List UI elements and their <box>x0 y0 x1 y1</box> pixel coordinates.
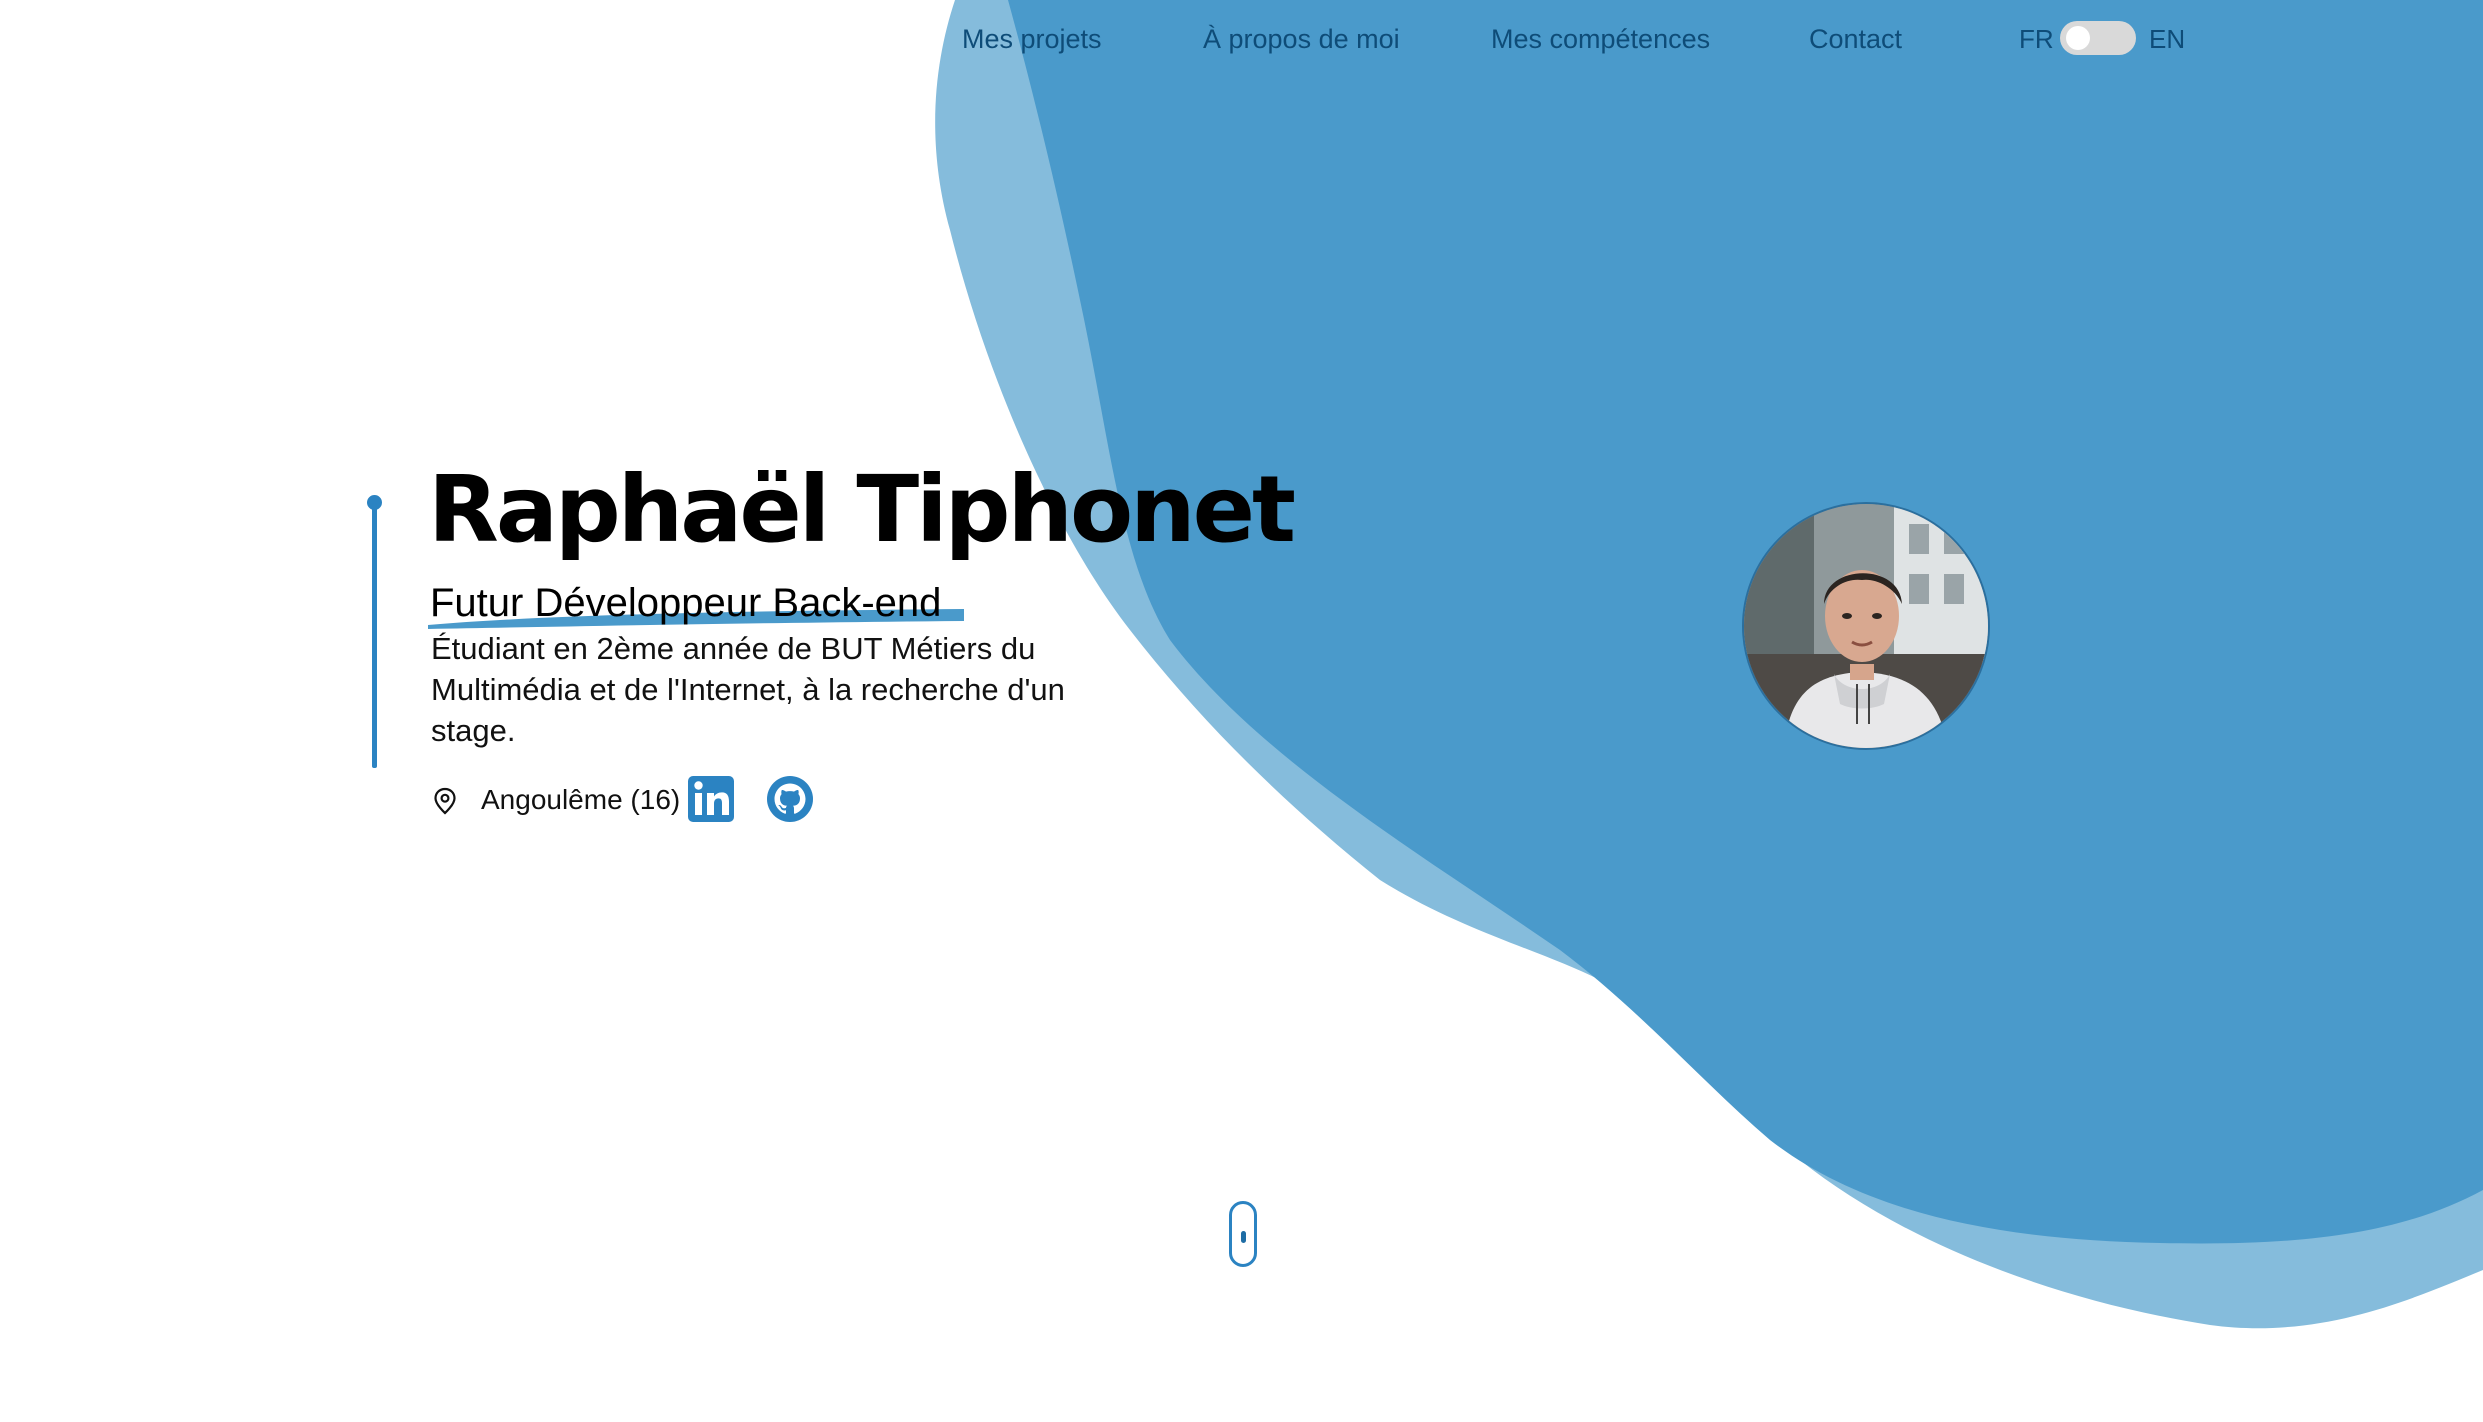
accent-line <box>372 503 377 768</box>
mouse-scroll-icon <box>1241 1231 1246 1243</box>
location-text: Angoulême (16) <box>481 784 681 815</box>
hero-description: Étudiant en 2ème année de BUT Métiers du… <box>431 631 1065 748</box>
portfolio-page: Mes projets À propos de moi Mes compéten… <box>0 0 2483 1422</box>
nav-link-skills[interactable]: Mes compétences <box>1491 18 1710 60</box>
scroll-down-indicator[interactable] <box>1229 1201 1257 1267</box>
nav-link-about[interactable]: À propos de moi <box>1203 18 1400 60</box>
lang-label-fr: FR <box>2019 24 2054 54</box>
profile-photo-illustration <box>1744 504 1988 748</box>
nav-link-contact[interactable]: Contact <box>1809 18 1902 60</box>
top-navigation: Mes projets À propos de moi Mes compéten… <box>0 18 2483 60</box>
profile-photo <box>1742 502 1990 750</box>
language-toggle[interactable] <box>2060 21 2136 55</box>
hero-subtitle-wrap: Futur Développeur Back-end <box>428 578 964 634</box>
map-pin-icon <box>434 787 456 815</box>
nav-link-projects[interactable]: Mes projets <box>962 18 1102 60</box>
toggle-knob <box>2066 26 2090 50</box>
lang-label-en: EN <box>2149 24 2186 54</box>
linkedin-icon[interactable] <box>687 775 735 823</box>
hero-subtitle: Futur Développeur Back-end <box>430 581 942 625</box>
hero-name: Raphaël Tiphonet <box>428 456 1296 563</box>
github-icon[interactable] <box>766 775 814 823</box>
